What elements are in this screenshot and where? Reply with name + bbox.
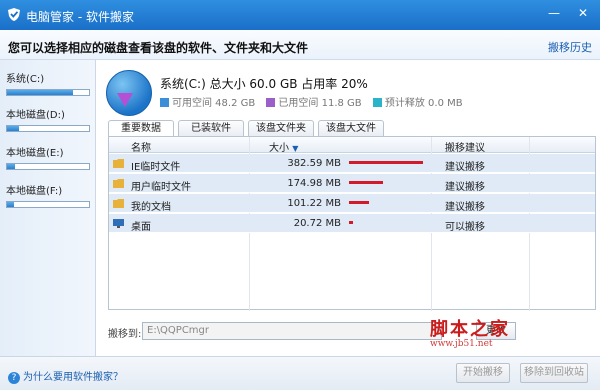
help-link[interactable]: ? 为什么要用软件搬家？ <box>8 368 123 384</box>
sidebar-drive-d[interactable]: 本地磁盘(D:) <box>6 106 90 132</box>
watermark-title: 脚本之家 <box>430 319 510 340</box>
size-bar <box>349 221 353 224</box>
legend-free: 可用空间 48.2 GB <box>160 98 255 109</box>
row-advice: 可以搬移 <box>445 222 485 233</box>
column-name-header[interactable]: 名称 <box>131 139 151 154</box>
size-bar <box>349 181 383 184</box>
legend-label: 可用空间 48.2 GB <box>172 98 256 109</box>
close-button[interactable]: ✕ <box>578 6 588 20</box>
legend-used: 已用空间 11.8 GB <box>266 98 362 109</box>
drive-label: 本地磁盘(E:) <box>6 148 64 159</box>
table-row[interactable]: 桌面 20.72 MB 可以搬移 <box>109 214 595 233</box>
size-bar <box>349 201 369 204</box>
folder-icon <box>113 158 124 168</box>
drive-usage-bar <box>6 125 90 132</box>
sidebar-drive-e[interactable]: 本地磁盘(E:) <box>6 144 90 170</box>
sub-header: 您可以选择相应的磁盘查看该盘的软件、文件夹和大文件 搬移历史 <box>0 30 600 60</box>
tab-large-files[interactable]: 该盘大文件 <box>318 120 384 136</box>
column-advice-header[interactable]: 搬移建议 <box>445 139 485 154</box>
help-link-label: 为什么要用软件搬家？ <box>23 372 123 383</box>
footer-bar: ? 为什么要用软件搬家？ 开始搬移 移除到回收站 <box>0 356 600 390</box>
legend-label: 预计释放 0.0 MB <box>384 98 463 109</box>
drive-label: 本地磁盘(D:) <box>6 110 65 121</box>
sidebar-drive-f[interactable]: 本地磁盘(F:) <box>6 182 90 208</box>
legend-swatch <box>372 98 382 107</box>
move-target-bar: 搬移到: E:\QQPCmgr 更改 <box>108 322 596 342</box>
data-table: 名称 大小 ▼ 搬移建议 IE临时文件 382.59 MB 建议搬移 用户临时文… <box>108 136 596 311</box>
row-advice: 建议搬移 <box>445 202 485 213</box>
tab-installed-software[interactable]: 已装软件 <box>178 120 244 136</box>
minimize-button[interactable]: — <box>548 6 560 20</box>
title-bar: 电脑管家 - 软件搬家 — ✕ <box>0 0 600 30</box>
drive-sidebar: 系统(C:) 本地磁盘(D:) 本地磁盘(E:) 本地磁盘(F:) <box>0 60 96 356</box>
shield-logo-icon <box>7 7 21 25</box>
row-name: 用户临时文件 <box>131 182 191 193</box>
used-space-wedge <box>117 93 133 107</box>
folder-icon <box>113 178 124 188</box>
table-row[interactable]: IE临时文件 382.59 MB 建议搬移 <box>109 154 595 173</box>
drive-usage-fill <box>7 126 20 131</box>
column-size-label: 大小 <box>269 143 289 154</box>
table-row[interactable]: 我的文档 101.22 MB 建议搬移 <box>109 194 595 213</box>
row-size: 101.22 MB <box>287 198 341 209</box>
drive-usage-fill <box>7 90 73 95</box>
drive-usage-fill <box>7 164 16 169</box>
disk-usage-pie <box>106 70 152 116</box>
sidebar-drive-c[interactable]: 系统(C:) <box>6 70 90 96</box>
row-name: 桌面 <box>131 222 151 233</box>
drive-label: 系统(C:) <box>6 74 45 85</box>
drive-usage-bar <box>6 201 90 208</box>
row-size: 20.72 MB <box>293 218 341 229</box>
move-to-label: 搬移到: <box>108 329 142 340</box>
watermark: 脚本之家 www.jb51.net <box>430 315 510 349</box>
drive-usage-bar <box>6 163 90 170</box>
main-panel: 系统(C:) 总大小 60.0 GB 占用率 20% 可用空间 48.2 GB … <box>96 60 600 356</box>
move-history-link[interactable]: 搬移历史 <box>548 39 592 55</box>
drive-usage-bar <box>6 89 90 96</box>
question-icon: ? <box>8 372 20 384</box>
row-name: 我的文档 <box>131 202 171 213</box>
move-path-input[interactable]: E:\QQPCmgr <box>142 322 442 340</box>
legend-release: 预计释放 0.0 MB <box>372 98 463 109</box>
folder-icon <box>113 198 124 208</box>
table-header: 名称 大小 ▼ 搬移建议 <box>109 137 595 154</box>
remove-to-recycle-button[interactable]: 移除到回收站 <box>520 363 588 383</box>
disk-legend: 可用空间 48.2 GB 已用空间 11.8 GB 预计释放 0.0 MB <box>160 94 471 109</box>
desktop-icon <box>113 218 124 228</box>
legend-swatch <box>160 98 169 107</box>
drive-usage-fill <box>7 202 14 207</box>
row-size: 174.98 MB <box>287 178 341 189</box>
size-bar <box>349 161 423 164</box>
sort-down-icon: ▼ <box>292 144 299 153</box>
page-headline: 您可以选择相应的磁盘查看该盘的软件、文件夹和大文件 <box>8 41 309 55</box>
window-title: 电脑管家 - 软件搬家 <box>26 10 134 24</box>
legend-label: 已用空间 11.8 GB <box>278 98 362 109</box>
row-name: IE临时文件 <box>131 162 181 173</box>
column-size-header[interactable]: 大小 ▼ <box>269 139 298 154</box>
tab-important-data[interactable]: 重要数据 <box>108 120 174 137</box>
row-size: 382.59 MB <box>287 158 341 169</box>
legend-swatch <box>266 98 276 107</box>
drive-label: 本地磁盘(F:) <box>6 186 63 197</box>
table-row[interactable]: 用户临时文件 174.98 MB 建议搬移 <box>109 174 595 193</box>
disk-summary: 系统(C:) 总大小 60.0 GB 占用率 20% <box>160 77 368 91</box>
row-advice: 建议搬移 <box>445 182 485 193</box>
tab-disk-folders[interactable]: 该盘文件夹 <box>248 120 314 136</box>
start-move-button[interactable]: 开始搬移 <box>456 363 510 383</box>
row-advice: 建议搬移 <box>445 162 485 173</box>
